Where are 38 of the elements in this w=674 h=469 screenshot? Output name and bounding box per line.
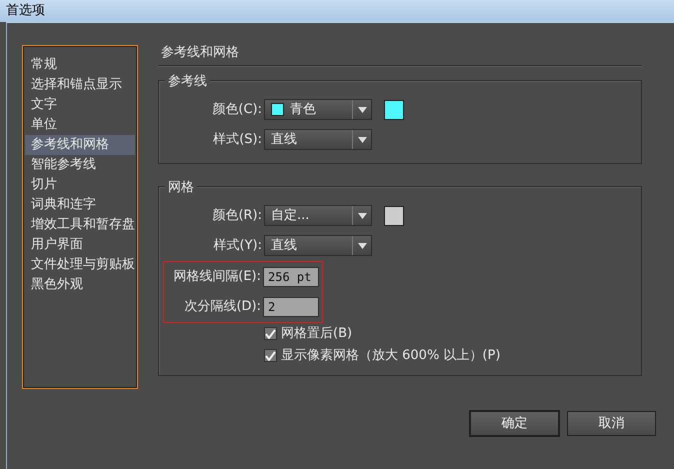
checkbox[interactable] [264,327,277,340]
dropdown[interactable]: 自定... [264,205,372,226]
dialog-button[interactable]: 取消 [567,411,656,436]
sidebar-item[interactable]: 参考线和网格 [25,135,135,155]
dialog-button[interactable]: 确定 [470,411,559,436]
input-field[interactable]: 2 [263,296,319,316]
color-swatch[interactable] [384,206,404,226]
caret-icon [358,136,366,142]
sidebar-item[interactable]: 文字 [25,95,135,115]
dropdown[interactable]: 青色 [264,99,372,120]
sidebar-item[interactable]: 黑色外观 [25,275,135,295]
sidebar-item[interactable]: 增效工具和暂存盘 [25,215,135,235]
caret-icon [358,212,366,218]
dropdown[interactable]: 直线 [264,235,372,256]
color-swatch[interactable] [384,100,404,120]
sidebar-item[interactable]: 常规 [25,55,135,75]
sidebar-item[interactable]: 词典和连字 [25,195,135,215]
checkbox-label: 显示像素网格（放大 600% 以上）(P) [281,346,500,365]
checkbox-label: 网格置后(B) [281,324,352,343]
field-label: 颜色(R): [211,206,263,225]
field-label: 样式(S): [212,130,263,149]
sidebar-item[interactable]: 单位 [25,115,135,135]
sidebar-item[interactable]: 选择和锚点显示 [25,75,135,95]
field-label: 次分隔线(D): [183,298,262,316]
caret-icon [358,242,366,248]
dropdown[interactable]: 直线 [264,129,372,150]
field-label: 颜色(C): [211,100,263,119]
caret-icon [358,106,366,112]
window-title: 首选项 [6,3,45,18]
sidebar-item[interactable]: 智能参考线 [25,155,135,175]
sidebar-item[interactable]: 切片 [25,175,135,195]
sidebar-item[interactable]: 用户界面 [25,235,135,255]
input-field[interactable]: 256 pt [263,266,319,286]
sidebar-item[interactable]: 文件处理与剪贴板 [25,255,135,275]
field-label: 网格线间隔(E): [172,268,262,286]
panel-title: 参考线和网格 [158,43,642,66]
checkbox[interactable] [264,349,277,362]
field-label: 样式(Y): [212,236,263,255]
